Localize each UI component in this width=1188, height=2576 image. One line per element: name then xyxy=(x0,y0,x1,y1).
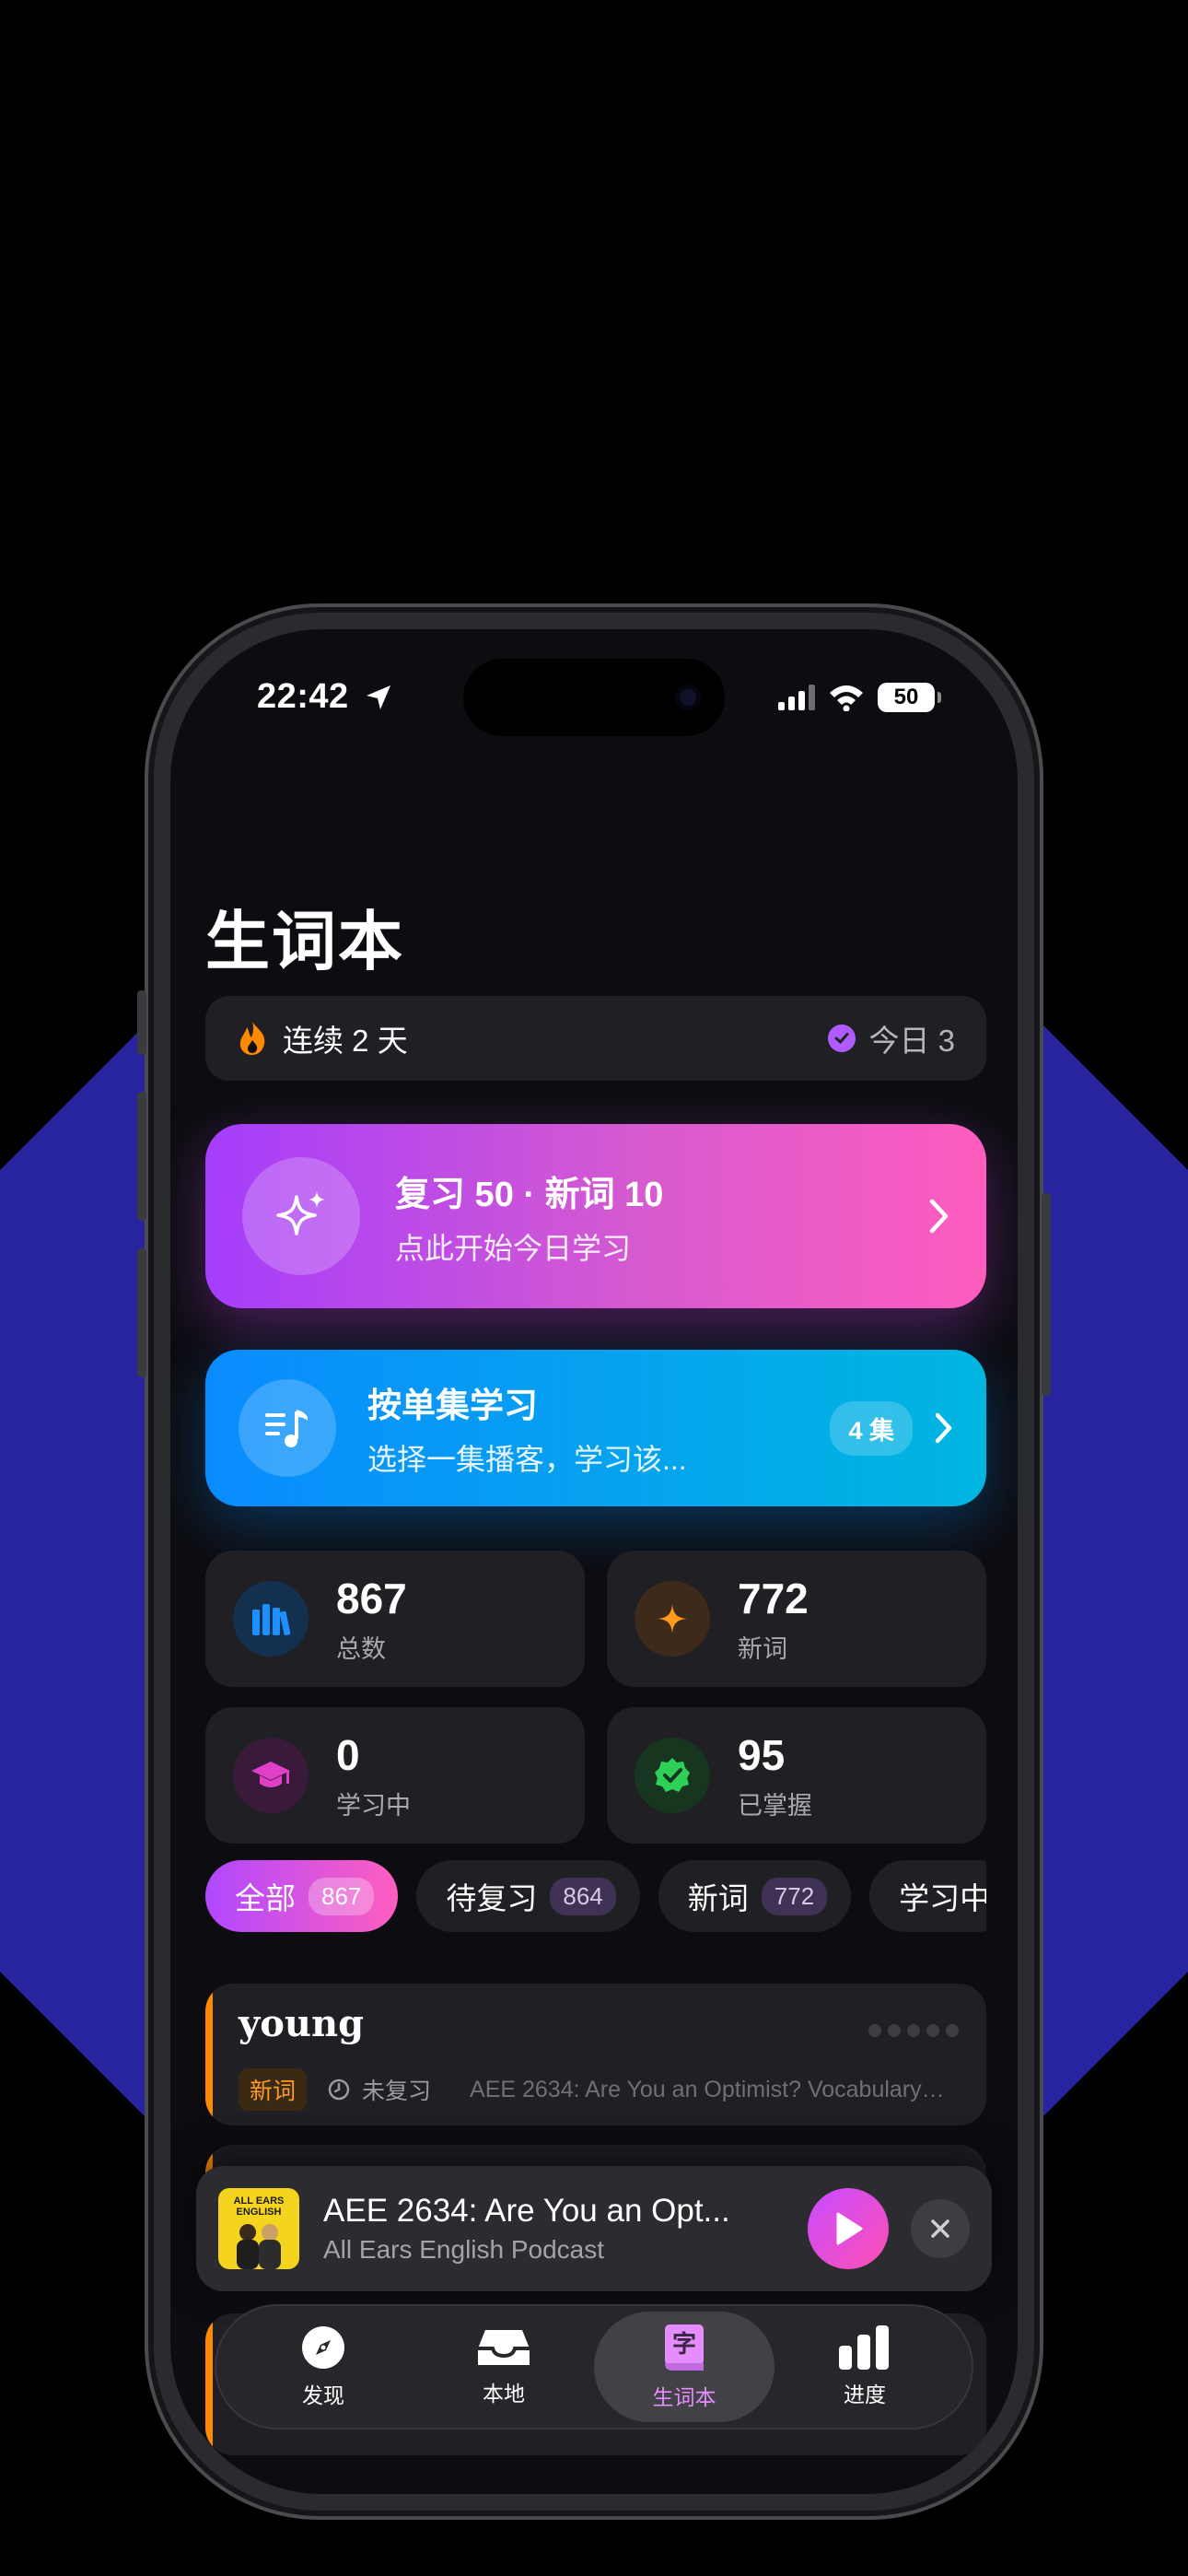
word-source: AEE 2634: Are You an Optimist? Vocabular… xyxy=(470,2076,949,2102)
new-tag: 新词 xyxy=(239,2068,308,2111)
clock-icon xyxy=(328,2078,350,2101)
volume-down-button xyxy=(137,1248,146,1377)
stat-total[interactable]: 867 总数 xyxy=(205,1551,585,1687)
episode-study-card[interactable]: 按单集学习 选择一集播客，学习该... 4 集 xyxy=(205,1350,986,1506)
inbox-icon xyxy=(478,2330,530,2365)
filter-all[interactable]: 全部 867 xyxy=(205,1860,399,1932)
episode-subtitle: 选择一集播客，学习该... xyxy=(367,1443,687,1476)
bar-chart-icon xyxy=(839,2325,889,2370)
stat-value: 0 xyxy=(336,1730,360,1779)
play-icon xyxy=(836,2212,863,2245)
phone-frame: 22:42 50 生词本 连续 2 天 今日 3 复习 50 · 新词 10 点… xyxy=(137,603,1051,2520)
chip-count: 864 xyxy=(550,1877,616,1915)
power-button xyxy=(1042,1193,1051,1396)
hosts-illustration xyxy=(237,2224,281,2269)
chip-label: 学习中 xyxy=(899,1881,986,1915)
wifi-icon xyxy=(830,685,863,711)
cellular-signal-icon xyxy=(778,685,815,710)
close-icon xyxy=(931,2219,949,2238)
tab-label: 发现 xyxy=(302,2383,344,2407)
filter-new[interactable]: 新词 772 xyxy=(658,1860,852,1932)
play-button[interactable] xyxy=(808,2188,889,2269)
today-label: 今日 3 xyxy=(868,1024,955,1058)
tab-label: 生词本 xyxy=(652,2385,716,2409)
streak-bar: 连续 2 天 今日 3 xyxy=(205,996,986,1081)
chevron-right-icon xyxy=(935,1412,952,1444)
page-title: 生词本 xyxy=(205,906,404,978)
graduation-cap-icon xyxy=(233,1738,309,1813)
tab-progress[interactable]: 进度 xyxy=(775,2312,955,2422)
sparkles-icon xyxy=(242,1157,360,1275)
streak-label: 连续 2 天 xyxy=(283,1024,408,1058)
svg-text:字: 字 xyxy=(672,2330,696,2359)
review-subtitle: 点此开始今日学习 xyxy=(395,1231,632,1265)
filter-learning[interactable]: 学习中 xyxy=(869,1860,986,1932)
podcast-cover: ALL EARS ENGLISH xyxy=(218,2188,299,2269)
filter-chips: 全部 867 待复习 864 新词 772 学习中 xyxy=(205,1860,986,1934)
verified-badge-icon xyxy=(635,1738,710,1813)
chip-label: 全部 xyxy=(235,1881,296,1915)
tab-vocabulary[interactable]: 字 生词本 xyxy=(594,2312,775,2422)
cover-title: ALL EARS ENGLISH xyxy=(233,2195,285,2218)
new-word-accent xyxy=(205,2313,213,2455)
daily-review-card[interactable]: 复习 50 · 新词 10 点此开始今日学习 xyxy=(205,1124,986,1308)
status-time: 22:42 xyxy=(257,677,349,716)
chip-count: 772 xyxy=(761,1877,828,1915)
flame-icon xyxy=(239,1022,265,1055)
dynamic-island xyxy=(463,659,725,736)
filter-due[interactable]: 待复习 864 xyxy=(416,1860,640,1932)
stat-mastered[interactable]: 95 已掌握 xyxy=(607,1707,986,1844)
camera-icon xyxy=(675,685,701,710)
chip-label: 新词 xyxy=(687,1881,749,1915)
word-card[interactable]: young 新词 未复习 AEE 2634: Are You an Optimi… xyxy=(205,1984,986,2125)
stat-learning[interactable]: 0 学习中 xyxy=(205,1707,585,1844)
music-list-icon xyxy=(239,1379,336,1477)
player-subtitle: All Ears English Podcast xyxy=(323,2235,605,2264)
stat-label: 新词 xyxy=(738,1634,787,1663)
status-indicators: 50 xyxy=(778,683,941,712)
battery-indicator: 50 xyxy=(878,683,941,712)
compass-icon xyxy=(302,2326,344,2369)
sparkle-icon xyxy=(635,1581,710,1657)
review-status: 未复习 xyxy=(362,2078,432,2104)
books-icon xyxy=(233,1581,309,1657)
volume-up-button xyxy=(137,1092,146,1221)
tab-label: 本地 xyxy=(483,2382,525,2406)
app-screen: 22:42 50 生词本 连续 2 天 今日 3 复习 50 · 新词 10 点… xyxy=(170,629,1018,2494)
review-title: 复习 50 · 新词 10 xyxy=(395,1175,664,1214)
episode-count-badge: 4 集 xyxy=(830,1400,913,1456)
word-meta: 新词 未复习 AEE 2634: Are You an Optimist? Vo… xyxy=(239,2068,949,2111)
new-word-accent xyxy=(205,1984,213,2125)
stat-value: 95 xyxy=(738,1730,786,1779)
tab-bar: 发现 本地 字 生词本 进度 xyxy=(215,2304,973,2430)
location-arrow-icon xyxy=(367,685,390,709)
mini-player[interactable]: ALL EARS ENGLISH AEE 2634: Are You an Op… xyxy=(196,2166,992,2291)
tab-discover[interactable]: 发现 xyxy=(233,2312,413,2422)
word-text: young xyxy=(239,2002,365,2045)
chip-count: 867 xyxy=(309,1877,375,1915)
player-title: AEE 2634: Are You an Opt... xyxy=(323,2193,730,2229)
chip-label: 待复习 xyxy=(446,1881,538,1915)
stat-label: 学习中 xyxy=(336,1791,411,1820)
stat-label: 已掌握 xyxy=(738,1791,812,1820)
chevron-right-icon xyxy=(929,1199,949,1234)
stat-label: 总数 xyxy=(336,1634,386,1663)
stat-value: 772 xyxy=(738,1574,809,1622)
today-count: 今日 3 xyxy=(828,1016,955,1060)
action-button xyxy=(137,990,146,1055)
mastery-dots xyxy=(868,2024,959,2037)
dictionary-icon: 字 xyxy=(665,2324,704,2371)
tab-label: 进度 xyxy=(844,2383,886,2406)
tab-local[interactable]: 本地 xyxy=(413,2312,594,2422)
check-circle-icon xyxy=(828,1025,856,1052)
stat-new[interactable]: 772 新词 xyxy=(607,1551,986,1687)
stat-value: 867 xyxy=(336,1574,407,1622)
close-player-button[interactable] xyxy=(911,2199,970,2258)
episode-title: 按单集学习 xyxy=(367,1387,538,1424)
